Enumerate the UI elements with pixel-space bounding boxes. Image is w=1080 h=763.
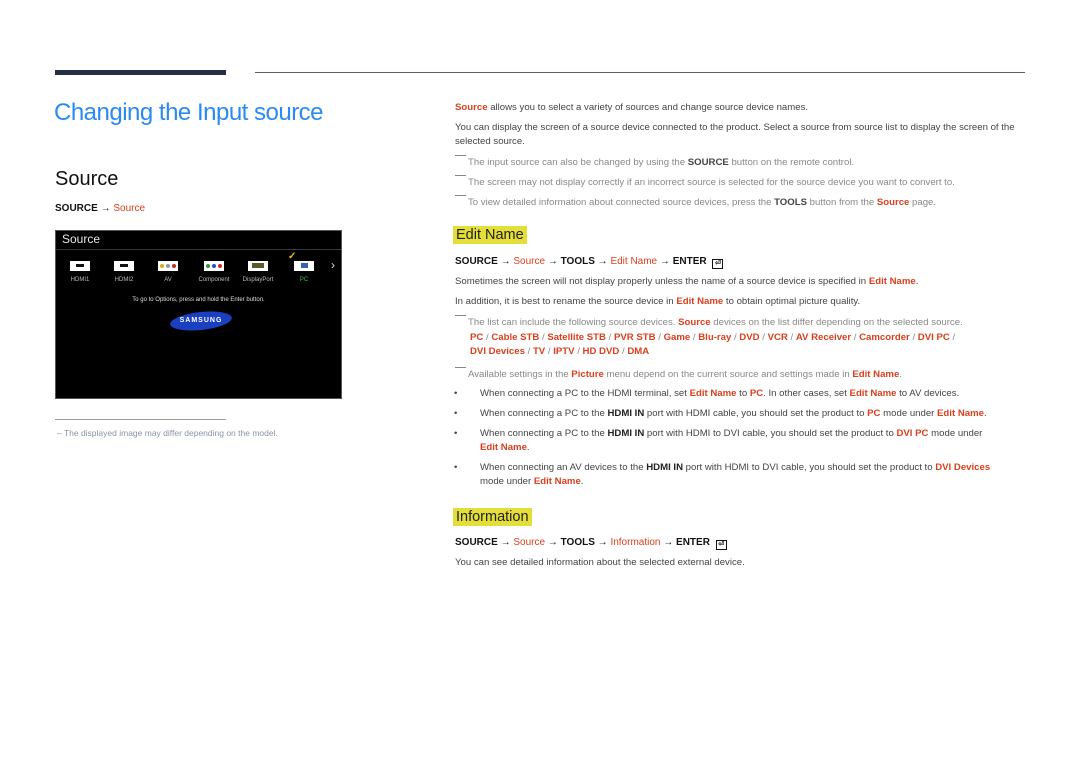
hdmi-port-icon bbox=[114, 261, 134, 271]
component-port-icon bbox=[204, 261, 224, 271]
note-incorrect-source: The screen may not display correctly if … bbox=[455, 175, 1030, 190]
device-item: DVI PC bbox=[917, 332, 950, 343]
edit-name-heading: Edit Name bbox=[453, 226, 527, 244]
device-separator: / bbox=[759, 332, 768, 343]
tv-screen-header: Source bbox=[56, 231, 341, 250]
note-device-list: The list can include the following sourc… bbox=[455, 315, 1030, 330]
device-separator: / bbox=[545, 346, 554, 357]
note-dash-icon bbox=[455, 195, 466, 196]
device-separator: / bbox=[655, 332, 664, 343]
device-item: Cable STB bbox=[491, 332, 540, 343]
source-item-component[interactable]: Component bbox=[192, 261, 236, 283]
section-title: Source bbox=[55, 168, 119, 190]
device-separator: / bbox=[605, 332, 614, 343]
device-item: HD DVD bbox=[582, 346, 620, 357]
chevron-right-icon[interactable]: › bbox=[331, 258, 335, 272]
enter-key-icon: ⏎ bbox=[715, 540, 727, 550]
intro-paragraph-2: You can display the screen of a source d… bbox=[455, 122, 1015, 147]
information-paragraph: You can see detailed information about t… bbox=[455, 557, 745, 568]
samsung-logo: SAMSUNG bbox=[169, 308, 233, 334]
bullet-icon: • bbox=[454, 462, 458, 473]
note-picture-settings: Available settings in the Picture menu d… bbox=[455, 367, 1030, 382]
note-dash-icon bbox=[455, 175, 466, 176]
edit-name-paragraph-2: In addition, it is best to rename the so… bbox=[455, 296, 861, 307]
device-item: IPTV bbox=[553, 346, 575, 357]
source-item-displayport[interactable]: DisplayPort bbox=[236, 261, 280, 283]
device-separator: / bbox=[909, 332, 918, 343]
device-item: DMA bbox=[627, 346, 650, 357]
path-target: Source bbox=[113, 203, 146, 214]
device-separator: / bbox=[524, 346, 533, 357]
tv-screen-title: Source bbox=[62, 232, 101, 246]
note-dash-icon bbox=[455, 315, 466, 316]
device-item: DVD bbox=[739, 332, 760, 343]
source-label: HDMI2 bbox=[114, 277, 134, 283]
device-separator: / bbox=[949, 332, 956, 343]
path-root: SOURCE bbox=[55, 203, 98, 214]
source-device-list: PC / Cable STB / Satellite STB / PVR STB… bbox=[470, 331, 1030, 359]
device-item: Blu-ray bbox=[698, 332, 732, 343]
source-menu-path: SOURCE → Source bbox=[55, 203, 145, 214]
device-separator: / bbox=[851, 332, 860, 343]
vga-port-icon bbox=[294, 261, 314, 271]
source-label: DisplayPort bbox=[242, 277, 274, 283]
device-item: PVR STB bbox=[613, 332, 656, 343]
source-label-selected: PC bbox=[299, 277, 309, 283]
device-separator: / bbox=[787, 332, 796, 343]
header-rule-thick bbox=[55, 70, 226, 75]
note-tools-button: To view detailed information about conne… bbox=[455, 195, 1030, 210]
av-port-icon bbox=[158, 261, 178, 271]
page-title: Changing the Input source bbox=[54, 99, 324, 126]
tv-source-screen: Source HDMI1 HDMI2 AV Component DisplayP… bbox=[55, 230, 342, 399]
device-item: Camcorder bbox=[859, 332, 910, 343]
device-separator: / bbox=[574, 346, 583, 357]
bullet-icon: • bbox=[454, 388, 458, 399]
intro-paragraph-1: Source allows you to select a variety of… bbox=[455, 102, 809, 113]
source-item-av[interactable]: AV bbox=[146, 261, 190, 283]
source-label: AV bbox=[164, 277, 172, 283]
path-arrow: → bbox=[100, 203, 111, 214]
device-item: Game bbox=[663, 332, 691, 343]
source-label: Component bbox=[198, 277, 230, 283]
device-item: AV Receiver bbox=[795, 332, 852, 343]
edit-name-menu-path: SOURCE → Source → TOOLS → Edit Name → EN… bbox=[455, 256, 724, 269]
note-dash-icon bbox=[455, 367, 466, 368]
note-source-button: The input source can also be changed by … bbox=[455, 155, 1030, 170]
displayport-icon bbox=[248, 261, 268, 271]
edit-name-paragraph-1: Sometimes the screen will not display pr… bbox=[455, 276, 919, 287]
device-item: PC bbox=[470, 332, 484, 343]
device-item: Satellite STB bbox=[547, 332, 606, 343]
header-rule-thin bbox=[255, 72, 1025, 73]
source-label: HDMI1 bbox=[70, 277, 90, 283]
device-item: VCR bbox=[767, 332, 788, 343]
image-footnote: – The displayed image may differ dependi… bbox=[57, 428, 278, 438]
bullet-icon: • bbox=[454, 428, 458, 439]
information-menu-path: SOURCE → Source → TOOLS → Information → … bbox=[455, 537, 727, 550]
device-item: DVI Devices bbox=[470, 346, 525, 357]
source-item-hdmi1[interactable]: HDMI1 bbox=[58, 261, 102, 283]
footnote-rule bbox=[55, 419, 226, 420]
source-item-hdmi2[interactable]: HDMI2 bbox=[102, 261, 146, 283]
tv-screen-hint: To go to Options, press and hold the Ent… bbox=[132, 297, 265, 303]
device-item: TV bbox=[532, 346, 546, 357]
hdmi-port-icon bbox=[70, 261, 90, 271]
source-item-pc[interactable]: PC bbox=[282, 261, 326, 283]
information-heading: Information bbox=[453, 508, 532, 526]
enter-key-icon: ⏎ bbox=[712, 259, 724, 269]
bullet-icon: • bbox=[454, 408, 458, 419]
note-dash-icon bbox=[455, 155, 466, 156]
